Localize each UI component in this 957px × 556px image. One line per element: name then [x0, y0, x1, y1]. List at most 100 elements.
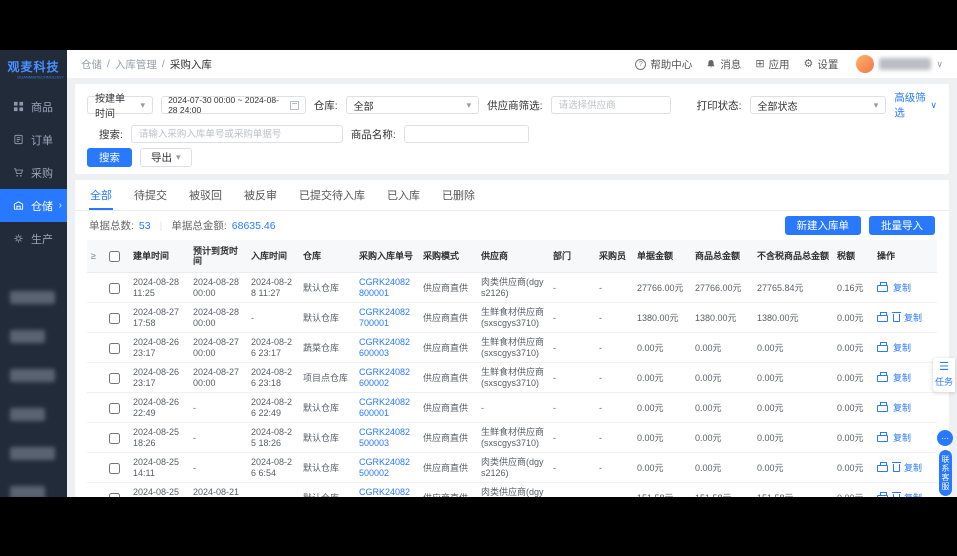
- tab-to-submit[interactable]: 待提交: [133, 180, 168, 210]
- redacted-menu-item: [10, 291, 55, 304]
- copy-link[interactable]: 复制: [904, 313, 922, 323]
- cell-tax: 0.16元: [833, 273, 873, 303]
- tab-counter-reviewed[interactable]: 被反审: [243, 180, 278, 210]
- print-status-select[interactable]: 全部状态 ▾: [750, 96, 887, 114]
- print-icon[interactable]: [877, 315, 888, 322]
- summary-bar: 单据总数: 53 | 单据总金额: 68635.46 新建入库单 批量导入: [75, 211, 949, 240]
- help-center-button[interactable]: ? 帮助中心: [635, 57, 692, 72]
- expand-all-cell[interactable]: ≥: [87, 240, 105, 273]
- sidebar-item-goods[interactable]: 商品: [0, 90, 67, 123]
- select-all-checkbox[interactable]: [109, 251, 120, 262]
- batch-import-button[interactable]: 批量导入: [869, 216, 935, 235]
- filter-row-3: 搜索 导出 ▾: [87, 148, 937, 167]
- calendar-icon: [290, 101, 299, 110]
- cell-inbound-time: 2024-08-26 23:17: [247, 333, 299, 363]
- print-icon[interactable]: [877, 495, 888, 497]
- breadcrumb-warehouse[interactable]: 仓储: [81, 57, 102, 72]
- table-row: 2024-08-26 23:172024-08-27 00:002024-08-…: [87, 333, 937, 363]
- tab-submitted-awaiting[interactable]: 已提交待入库: [298, 180, 366, 210]
- product-name-input[interactable]: [404, 125, 529, 143]
- cell-order-no[interactable]: CGRK24082500003: [355, 423, 419, 453]
- cell-warehouse: 默认仓库: [299, 393, 355, 423]
- row-checkbox-cell: [105, 363, 129, 393]
- cell-department: -: [549, 273, 595, 303]
- cell-inbound-time: 2024-08-25 18:26: [247, 423, 299, 453]
- delete-icon[interactable]: [893, 494, 900, 497]
- row-checkbox[interactable]: [109, 463, 120, 474]
- cell-order-no[interactable]: CGRK24082700001: [355, 303, 419, 333]
- row-checkbox[interactable]: [109, 403, 120, 414]
- search-button[interactable]: 搜索: [87, 148, 132, 167]
- avatar[interactable]: [856, 55, 874, 73]
- print-icon[interactable]: [877, 405, 888, 412]
- supplier-filter-input[interactable]: [551, 96, 671, 114]
- copy-link[interactable]: 复制: [904, 493, 922, 497]
- cell-goods-amount: 151.58元: [691, 483, 753, 498]
- order-search-input[interactable]: [131, 125, 343, 143]
- tab-stored[interactable]: 已入库: [386, 180, 421, 210]
- user-menu[interactable]: ∨: [856, 55, 943, 73]
- messages-button[interactable]: 消息: [706, 57, 741, 72]
- warehouse-select[interactable]: 全部 ▾: [346, 96, 480, 114]
- print-icon[interactable]: [877, 345, 888, 352]
- breadcrumb-inbound-mgmt[interactable]: 入库管理: [115, 57, 157, 72]
- print-icon[interactable]: [877, 285, 888, 292]
- advanced-filter-toggle[interactable]: 高级筛选 ∨: [894, 90, 937, 120]
- production-gear-icon: [13, 233, 24, 244]
- copy-link[interactable]: 复制: [893, 433, 911, 443]
- copy-link[interactable]: 复制: [893, 403, 911, 413]
- cell-order-no[interactable]: CGRK24082500001: [355, 483, 419, 498]
- tab-rejected[interactable]: 被驳回: [188, 180, 223, 210]
- redacted-username: [879, 58, 931, 70]
- cell-order-no[interactable]: CGRK24082600003: [355, 333, 419, 363]
- gear-icon: ⚙: [804, 59, 814, 70]
- customer-service-icon[interactable]: ⋯: [937, 430, 953, 446]
- row-expand-cell: [87, 303, 105, 333]
- tab-all[interactable]: 全部: [89, 180, 113, 210]
- row-checkbox[interactable]: [109, 283, 120, 294]
- sidebar-item-production[interactable]: 生产: [0, 222, 67, 255]
- new-inbound-button[interactable]: 新建入库单: [785, 216, 862, 235]
- cell-warehouse: 默认仓库: [299, 483, 355, 498]
- date-range-input[interactable]: 2024-07-30 00:00 ~ 2024-08-28 24:00: [161, 96, 306, 114]
- cell-order-no[interactable]: CGRK24082600002: [355, 363, 419, 393]
- sidebar-item-purchase[interactable]: 采购: [0, 156, 67, 189]
- print-icon[interactable]: [877, 465, 888, 472]
- print-icon[interactable]: [877, 435, 888, 442]
- cell-order-no[interactable]: CGRK24082500002: [355, 453, 419, 483]
- cell-order-no[interactable]: CGRK24082800001: [355, 273, 419, 303]
- copy-link[interactable]: 复制: [893, 283, 911, 293]
- print-icon[interactable]: [877, 375, 888, 382]
- cell-tax: 0.00元: [833, 363, 873, 393]
- row-checkbox[interactable]: [109, 373, 120, 384]
- sidebar-item-label: 采购: [31, 165, 53, 181]
- cell-supplier: 生鲜食材供应商(sxscgys3710): [477, 423, 549, 453]
- apps-button[interactable]: ⊞ 应用: [755, 57, 789, 72]
- export-button[interactable]: 导出 ▾: [140, 148, 192, 167]
- customer-service-tab[interactable]: 联系客服: [939, 450, 952, 496]
- copy-link[interactable]: 复制: [893, 343, 911, 353]
- delete-icon[interactable]: [893, 464, 900, 472]
- cell-warehouse: 默认仓库: [299, 303, 355, 333]
- cell-goods-amount: 27766.00元: [691, 273, 753, 303]
- copy-link[interactable]: 复制: [893, 373, 911, 383]
- row-checkbox[interactable]: [109, 313, 120, 324]
- task-panel-toggle[interactable]: ☰ 任务: [933, 358, 955, 392]
- cell-order-no[interactable]: CGRK24082600001: [355, 393, 419, 423]
- time-type-select[interactable]: 按建单时间 ▾: [87, 96, 153, 114]
- row-checkbox[interactable]: [109, 433, 120, 444]
- cell-inbound-time: -: [247, 483, 299, 498]
- cell-supplier: 生鲜食材供应商(sxscgys3710): [477, 303, 549, 333]
- delete-icon[interactable]: [893, 314, 900, 322]
- goods-grid-icon: [13, 101, 24, 112]
- apps-grid-icon: ⊞: [755, 59, 764, 70]
- row-checkbox[interactable]: [109, 493, 120, 497]
- col-purchase-mode: 采购模式: [419, 240, 477, 273]
- tab-deleted[interactable]: 已删除: [441, 180, 476, 210]
- sidebar-item-orders[interactable]: 订单: [0, 123, 67, 156]
- copy-link[interactable]: 复制: [904, 463, 922, 473]
- sidebar-item-warehouse[interactable]: 仓储 ›: [0, 189, 67, 222]
- settings-button[interactable]: ⚙ 设置: [804, 57, 839, 72]
- row-checkbox[interactable]: [109, 343, 120, 354]
- sidebar-item-label: 生产: [31, 231, 53, 247]
